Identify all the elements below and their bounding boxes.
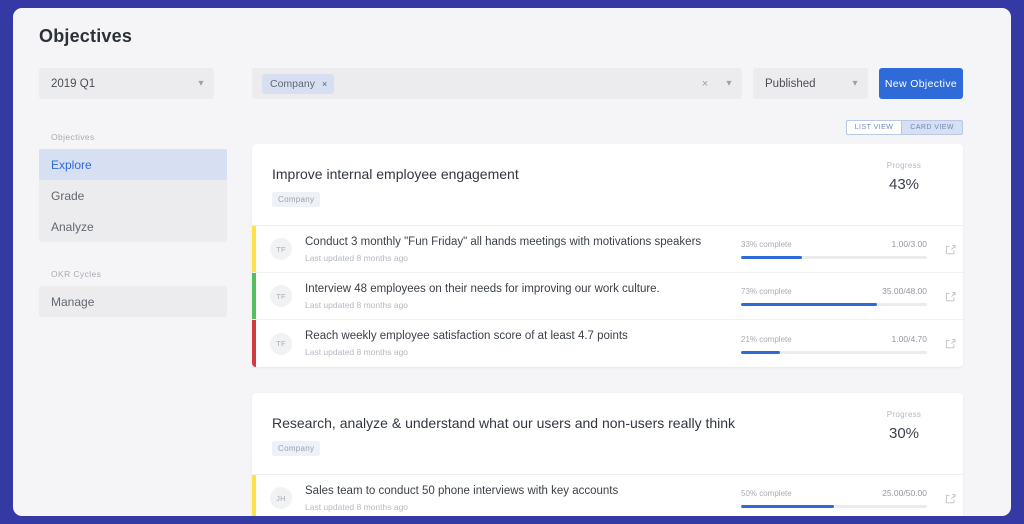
edit-icon[interactable] — [937, 493, 963, 504]
sidebar-group-heading: OKR Cycles — [51, 269, 102, 279]
progress-label: Progress — [886, 410, 922, 419]
key-result-percent-label: 21% complete — [741, 334, 792, 344]
progress-bar-track — [741, 505, 927, 508]
key-result-updated: Last updated 8 months ago — [305, 299, 409, 310]
key-result-row[interactable]: TF Interview 48 employees on their needs … — [252, 273, 963, 320]
sidebar-item-label: Analyze — [51, 219, 94, 234]
sidebar-group: Manage — [39, 286, 227, 317]
filter-chip-company[interactable]: Company × — [262, 73, 335, 94]
sidebar-item-explore[interactable]: Explore — [39, 149, 227, 180]
sidebar-item-grade[interactable]: Grade — [39, 180, 227, 211]
progress-bar-fill — [741, 303, 877, 306]
filter-chip-list: Company × — [252, 73, 694, 94]
filter-chip-label: Company — [270, 77, 315, 90]
chevron-down-icon: ▾ — [852, 77, 858, 89]
key-result-row[interactable]: TF Conduct 3 monthly "Fun Friday" all han… — [252, 226, 963, 273]
sidebar-item-label: Explore — [51, 157, 92, 172]
clear-filters-icon[interactable]: × — [694, 78, 716, 90]
sidebar-item-manage[interactable]: Manage — [39, 286, 227, 317]
card-view-button[interactable]: CARD VIEW — [901, 120, 963, 135]
edit-icon[interactable] — [937, 338, 963, 349]
status-color-bar — [252, 273, 256, 319]
edit-icon[interactable] — [937, 291, 963, 302]
sidebar-group-heading: Objectives — [51, 132, 95, 142]
status-select-value: Published — [765, 77, 816, 90]
objective-list: Improve internal employee engagement Comp… — [252, 144, 963, 516]
key-result-progress: 33% complete 1.00/3.00 — [741, 239, 927, 259]
key-result-updated: Last updated 8 months ago — [305, 501, 409, 512]
key-result-progress: 50% complete 25.00/50.00 — [741, 488, 927, 508]
chevron-down-icon: ▾ — [198, 77, 204, 89]
progress-bar-fill — [741, 350, 781, 354]
view-toggle: LIST VIEW CARD VIEW — [252, 120, 963, 135]
avatar: TF — [270, 332, 292, 355]
key-result-text: Interview 48 employees on their needs fo… — [305, 283, 741, 310]
key-result-title: Conduct 3 monthly "Fun Friday" all hands… — [305, 235, 702, 248]
status-select[interactable]: Published ▾ — [753, 68, 868, 99]
key-result-values: 35.00/48.00 — [882, 286, 927, 296]
progress-value: 30% — [888, 425, 920, 442]
key-result-percent-label: 73% complete — [741, 287, 792, 296]
progress-bar-track — [741, 350, 927, 354]
objective-card: Research, analyze & understand what our … — [252, 393, 963, 516]
progress-label: Progress — [886, 161, 922, 170]
top-toolbar: 2019 Q1 ▾ Company × × ▾ Published ▾ New … — [13, 68, 1011, 102]
objective-tag: Company — [272, 192, 321, 207]
edit-icon[interactable] — [937, 244, 963, 255]
objective-title[interactable]: Improve internal employee engagement — [272, 166, 943, 182]
key-result-percent-label: 33% complete — [741, 240, 792, 249]
key-result-progress: 73% complete 35.00/48.00 — [741, 286, 927, 306]
progress-bar-track — [741, 256, 927, 259]
objective-title[interactable]: Research, analyze & understand what our … — [272, 415, 943, 431]
avatar: JH — [270, 487, 292, 509]
key-result-title: Interview 48 employees on their needs fo… — [305, 282, 660, 295]
progress-bar-fill — [741, 256, 803, 259]
filter-input[interactable]: Company × × ▾ — [252, 68, 742, 99]
sidebar-item-analyze[interactable]: Analyze — [39, 211, 227, 242]
objective-tag: Company — [272, 441, 321, 456]
key-result-values: 1.00/3.00 — [891, 239, 927, 249]
sidebar-item-label: Grade — [51, 188, 85, 203]
status-color-bar — [252, 320, 256, 367]
avatar: TF — [270, 285, 292, 307]
progress-bar-track — [741, 303, 927, 306]
sidebar-group: Explore Grade Analyze — [39, 149, 227, 242]
list-view-button[interactable]: LIST VIEW — [845, 120, 902, 135]
objective-progress: Progress 30% — [869, 410, 939, 442]
sidebar-item-label: Manage — [51, 294, 95, 309]
objective-card: Improve internal employee engagement Comp… — [252, 144, 963, 367]
objective-header: Research, analyze & understand what our … — [252, 393, 963, 475]
objective-progress: Progress 43% — [869, 161, 939, 193]
new-objective-button[interactable]: New Objective — [879, 68, 963, 99]
sidebar-group-spacer — [39, 242, 227, 263]
page-title: Objectives — [39, 26, 133, 46]
key-result-values: 1.00/4.70 — [891, 333, 927, 344]
key-result-percent-label: 50% complete — [741, 489, 792, 498]
key-result-updated: Last updated 8 months ago — [305, 347, 409, 357]
key-result-text: Reach weekly employee satisfaction score… — [305, 330, 741, 357]
chevron-down-icon[interactable]: ▾ — [716, 78, 742, 89]
status-color-bar — [252, 226, 256, 272]
status-color-bar — [252, 475, 256, 516]
cycle-select-value: 2019 Q1 — [51, 77, 96, 90]
key-result-text: Conduct 3 monthly "Fun Friday" all hands… — [305, 236, 741, 263]
cycle-select[interactable]: 2019 Q1 ▾ — [39, 68, 214, 99]
close-icon[interactable]: × — [322, 79, 327, 89]
progress-value: 43% — [888, 176, 920, 193]
main-content: LIST VIEW CARD VIEW Improve internal emp… — [252, 120, 963, 516]
key-result-title: Sales team to conduct 50 phone interview… — [305, 484, 619, 497]
avatar: TF — [270, 238, 292, 260]
app-window: Objectives 2019 Q1 ▾ Company × × ▾ Publi… — [13, 8, 1011, 516]
key-result-progress: 21% complete 1.00/4.70 — [741, 334, 927, 354]
key-result-row[interactable]: TF Reach weekly employee satisfaction sco… — [252, 320, 963, 367]
objective-header: Improve internal employee engagement Comp… — [252, 144, 963, 226]
key-result-values: 25.00/50.00 — [882, 488, 927, 498]
key-result-title: Reach weekly employee satisfaction score… — [305, 330, 628, 342]
sidebar: Objectives Explore Grade Analyze OKR Cycles M… — [39, 126, 227, 317]
progress-bar-fill — [741, 505, 834, 508]
key-result-row[interactable]: JH Sales team to conduct 50 phone intervi… — [252, 475, 963, 516]
key-result-updated: Last updated 8 months ago — [305, 252, 409, 263]
key-result-text: Sales team to conduct 50 phone interview… — [305, 485, 741, 512]
